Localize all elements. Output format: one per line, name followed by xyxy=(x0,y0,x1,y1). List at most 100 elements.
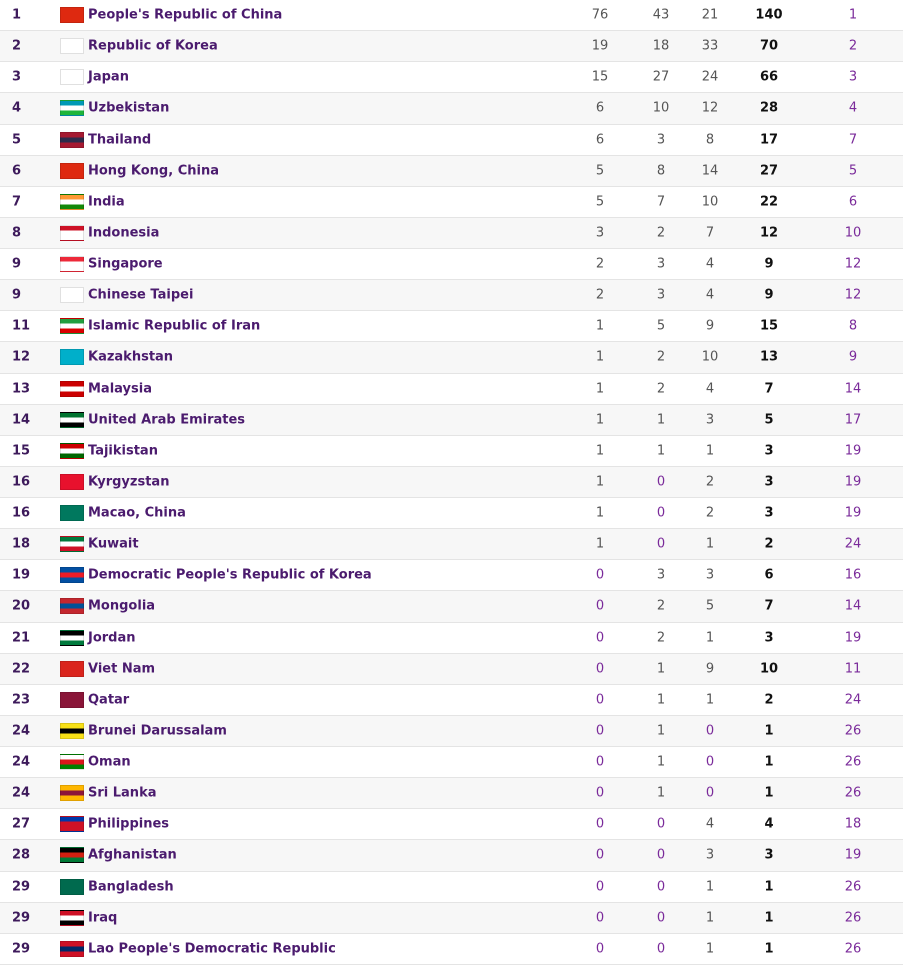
table-row: 20 Mongolia 0 2 5 7 14 xyxy=(0,591,903,623)
bronze-count: 0 xyxy=(705,723,715,739)
country-link[interactable]: Jordan xyxy=(88,630,136,645)
silver-count: 27 xyxy=(652,69,670,85)
table-row: 7 India 5 7 10 22 6 xyxy=(0,187,903,218)
rank-cell: 5 xyxy=(12,132,22,148)
rank-by-total: 9 xyxy=(848,349,858,365)
total-count: 7 xyxy=(764,598,774,614)
rank-cell: 6 xyxy=(12,163,22,179)
country-link[interactable]: Malaysia xyxy=(88,381,152,396)
tajikistan-flag-icon xyxy=(60,442,84,459)
silver-count: 0 xyxy=(656,536,666,552)
country-link[interactable]: Chinese Taipei xyxy=(88,288,193,303)
kuwait-flag-icon xyxy=(60,536,84,553)
rank-cell: 11 xyxy=(12,318,31,334)
bronze-count: 10 xyxy=(701,194,719,210)
silver-count: 5 xyxy=(656,318,666,334)
bronze-count: 9 xyxy=(705,318,715,334)
bronze-count: 21 xyxy=(701,7,719,23)
country-link[interactable]: Sri Lanka xyxy=(88,786,157,801)
country-link[interactable]: United Arab Emirates xyxy=(88,412,245,427)
bronze-count: 3 xyxy=(705,847,715,863)
iran-flag-icon xyxy=(60,318,84,335)
country-link[interactable]: Iraq xyxy=(88,910,117,925)
india-flag-icon xyxy=(60,193,84,210)
table-row: 2 Republic of Korea 19 18 33 70 2 xyxy=(0,31,903,63)
country-link[interactable]: Viet Nam xyxy=(88,661,155,676)
rank-by-total: 8 xyxy=(848,318,858,334)
table-row: 15 Tajikistan 1 1 1 3 19 xyxy=(0,436,903,467)
silver-count: 1 xyxy=(656,661,666,677)
country-link[interactable]: Thailand xyxy=(88,132,151,147)
silver-count: 2 xyxy=(656,381,666,397)
country-link[interactable]: Singapore xyxy=(88,257,163,272)
iraq-flag-icon xyxy=(60,909,84,926)
rank-cell: 19 xyxy=(12,567,31,583)
kyrgyzstan-flag-icon xyxy=(60,473,84,490)
country-link[interactable]: Islamic Republic of Iran xyxy=(88,319,260,334)
country-link[interactable]: Brunei Darussalam xyxy=(88,723,227,738)
total-count: 66 xyxy=(759,69,779,85)
rank-cell: 14 xyxy=(12,412,31,428)
country-link[interactable]: Kuwait xyxy=(88,537,139,552)
table-row: 13 Malaysia 1 2 4 7 14 xyxy=(0,374,903,405)
country-link[interactable]: Democratic People's Republic of Korea xyxy=(88,568,372,583)
country-link[interactable]: Bangladesh xyxy=(88,879,174,894)
country-link[interactable]: Indonesia xyxy=(88,225,159,240)
gold-count: 2 xyxy=(595,256,605,272)
country-link[interactable]: Hong Kong, China xyxy=(88,163,219,178)
total-count: 1 xyxy=(764,879,774,895)
table-row: 16 Macao, China 1 0 2 3 19 xyxy=(0,498,903,530)
rank-cell: 22 xyxy=(12,661,31,677)
silver-count: 10 xyxy=(652,100,670,116)
country-link[interactable]: Republic of Korea xyxy=(88,39,218,54)
silver-count: 1 xyxy=(656,412,666,428)
country-link[interactable]: People's Republic of China xyxy=(88,8,282,23)
table-row: 24 Brunei Darussalam 0 1 0 1 26 xyxy=(0,715,903,747)
country-link[interactable]: Macao, China xyxy=(88,506,186,521)
silver-count: 8 xyxy=(656,163,666,179)
rank-by-total: 26 xyxy=(844,941,862,957)
country-link[interactable]: Kazakhstan xyxy=(88,350,173,365)
country-link[interactable]: Uzbekistan xyxy=(88,101,169,116)
rank-by-total: 26 xyxy=(844,785,862,801)
bronze-count: 2 xyxy=(705,474,715,490)
rank-by-total: 19 xyxy=(844,505,862,521)
bronze-count: 1 xyxy=(705,941,715,957)
table-row: 4 Uzbekistan 6 10 12 28 4 xyxy=(0,93,903,125)
singapore-flag-icon xyxy=(60,256,84,273)
table-row: 24 Oman 0 1 0 1 26 xyxy=(0,747,903,779)
gold-count: 6 xyxy=(595,132,605,148)
bronze-count: 24 xyxy=(701,69,719,85)
country-link[interactable]: Japan xyxy=(88,70,129,85)
total-count: 1 xyxy=(764,785,774,801)
silver-count: 43 xyxy=(652,7,670,23)
rank-cell: 1 xyxy=(12,7,22,23)
country-link[interactable]: Mongolia xyxy=(88,599,155,614)
total-count: 1 xyxy=(764,910,774,926)
country-link[interactable]: India xyxy=(88,194,125,209)
country-link[interactable]: Tajikistan xyxy=(88,443,158,458)
gold-count: 0 xyxy=(595,661,605,677)
country-link[interactable]: Qatar xyxy=(88,692,129,707)
country-link[interactable]: Oman xyxy=(88,755,131,770)
silver-count: 1 xyxy=(656,754,666,770)
gold-count: 0 xyxy=(595,847,605,863)
bronze-count: 5 xyxy=(705,598,715,614)
rank-cell: 28 xyxy=(12,847,31,863)
country-link[interactable]: Lao People's Democratic Republic xyxy=(88,941,336,956)
rank-cell: 24 xyxy=(12,754,31,770)
table-row: 6 Hong Kong, China 5 8 14 27 5 xyxy=(0,155,903,187)
vietnam-flag-icon xyxy=(60,660,84,677)
gold-count: 0 xyxy=(595,785,605,801)
gold-count: 0 xyxy=(595,941,605,957)
hong-kong-flag-icon xyxy=(60,162,84,179)
south-korea-flag-icon xyxy=(60,38,84,55)
rank-by-total: 14 xyxy=(844,381,862,397)
bronze-count: 1 xyxy=(705,692,715,708)
rank-by-total: 16 xyxy=(844,567,862,583)
country-link[interactable]: Kyrgyzstan xyxy=(88,474,169,489)
country-link[interactable]: Afghanistan xyxy=(88,848,177,863)
gold-count: 1 xyxy=(595,349,605,365)
country-link[interactable]: Philippines xyxy=(88,817,169,832)
bronze-count: 4 xyxy=(705,256,715,272)
